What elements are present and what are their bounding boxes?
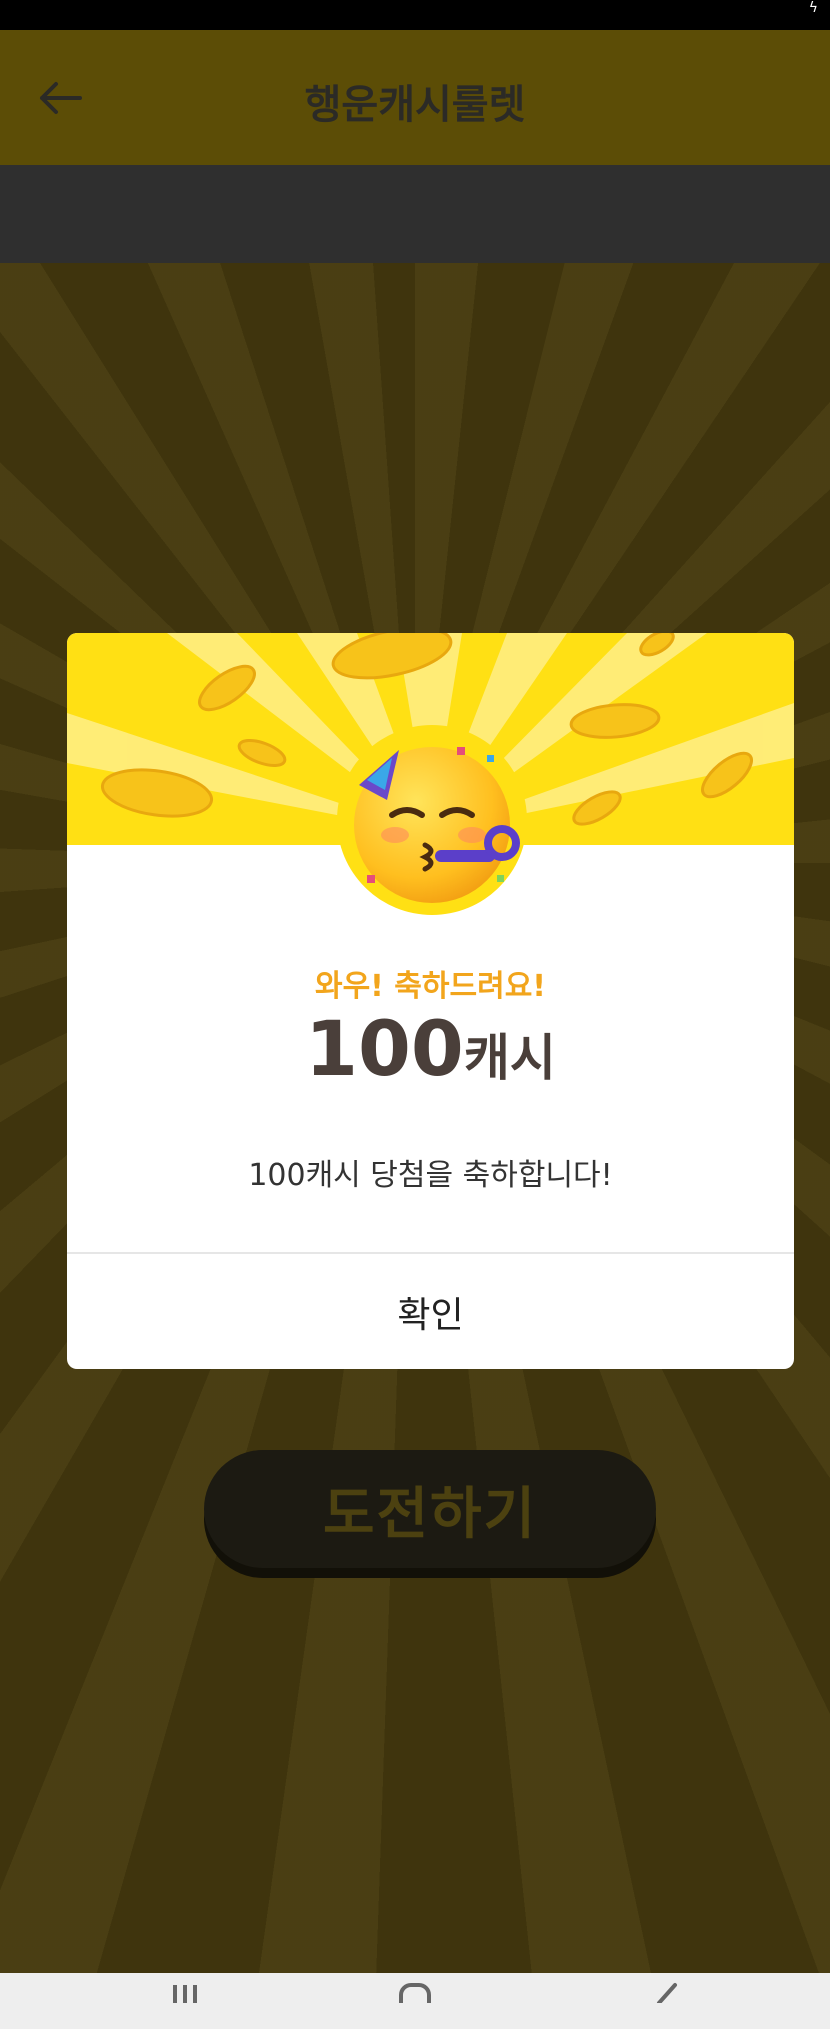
- back-nav-button[interactable]: [625, 1973, 705, 2029]
- challenge-button[interactable]: 도전하기: [204, 1450, 656, 1568]
- home-button[interactable]: [375, 1973, 455, 2029]
- back-icon: [657, 1983, 677, 2003]
- prize-amount-display: 100캐시: [67, 1011, 794, 1087]
- prize-unit: 캐시: [463, 1029, 556, 1087]
- status-bar: ϟ: [0, 0, 830, 30]
- prize-amount: 100: [305, 1004, 464, 1093]
- win-dialog: 와우! 축하드려요! 100캐시 100캐시 당첨을 축하합니다! 확인: [67, 633, 794, 1369]
- win-message: 100캐시 당첨을 축하합니다!: [248, 1158, 613, 1193]
- home-icon: [399, 1983, 431, 2003]
- party-face-emoji-icon: [354, 747, 520, 903]
- congrats-headline: 와우! 축하드려요!: [314, 969, 546, 1004]
- recent-apps-icon: [173, 1985, 197, 2003]
- recent-apps-button[interactable]: [145, 1973, 225, 2029]
- sub-band: [0, 165, 830, 263]
- system-nav-bar: [0, 1973, 830, 2029]
- app-header: 행운캐시룰렛: [0, 30, 830, 165]
- confirm-button[interactable]: 확인: [67, 1254, 794, 1369]
- page-title: 행운캐시룰렛: [304, 82, 526, 128]
- charging-bolt-icon: ϟ: [808, 0, 818, 16]
- challenge-button-label: 도전하기: [322, 1481, 538, 1547]
